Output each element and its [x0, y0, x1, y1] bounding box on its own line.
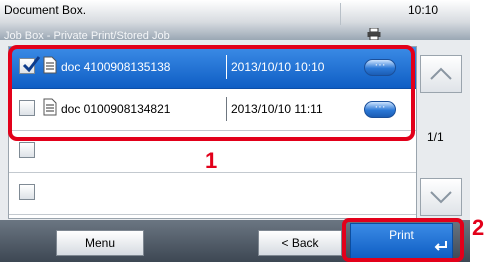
document-date: 2013/10/10 11:11: [231, 102, 323, 116]
back-button[interactable]: < Back: [258, 230, 342, 256]
title-divider: [340, 3, 341, 25]
row-checkbox[interactable]: [19, 142, 35, 158]
panel-screen: Document Box. Job Box - Private Print/St…: [0, 0, 470, 262]
column-divider: [226, 97, 227, 121]
chevron-up-icon: [430, 67, 452, 80]
title-bar: Document Box. Job Box - Private Print/St…: [0, 0, 470, 40]
clock: 10:10: [408, 3, 439, 17]
printer-icon: [367, 28, 381, 40]
table-row[interactable]: [9, 173, 416, 215]
enter-icon: [434, 241, 447, 251]
document-date: 2013/10/10 10:10: [231, 60, 325, 74]
document-icon: [43, 98, 57, 116]
document-name: doc 4100908135138: [61, 60, 171, 74]
document-name: doc 0100908134821: [61, 102, 171, 116]
checkmark-icon: [22, 56, 41, 73]
details-button[interactable]: ···: [364, 59, 396, 76]
chevron-down-icon: [430, 191, 452, 204]
breadcrumb: Job Box - Private Print/Stored Job: [4, 30, 170, 40]
row-checkbox[interactable]: [19, 184, 35, 200]
callout-number-2: 2: [472, 215, 485, 240]
page-indicator: 1/1: [427, 130, 444, 144]
print-button[interactable]: Print: [350, 223, 453, 259]
column-divider: [226, 55, 227, 79]
table-row[interactable]: doc 0100908134821 2013/10/10 11:11 ···: [9, 89, 416, 131]
table-row[interactable]: doc 4100908135138 2013/10/10 10:10 ···: [9, 47, 416, 89]
row-checkbox[interactable]: [19, 56, 41, 74]
scroll-down-button[interactable]: [420, 178, 462, 216]
scroll-up-button[interactable]: [420, 55, 462, 93]
row-checkbox[interactable]: [19, 100, 35, 116]
document-icon: [43, 56, 57, 74]
print-button-label: Print: [389, 228, 414, 242]
callout-number-1: 1: [205, 148, 218, 173]
details-button[interactable]: ···: [364, 101, 396, 118]
job-list: doc 4100908135138 2013/10/10 10:10 ··· d…: [8, 46, 417, 219]
screen-title: Document Box.: [4, 3, 87, 17]
menu-button[interactable]: Menu: [56, 230, 144, 256]
